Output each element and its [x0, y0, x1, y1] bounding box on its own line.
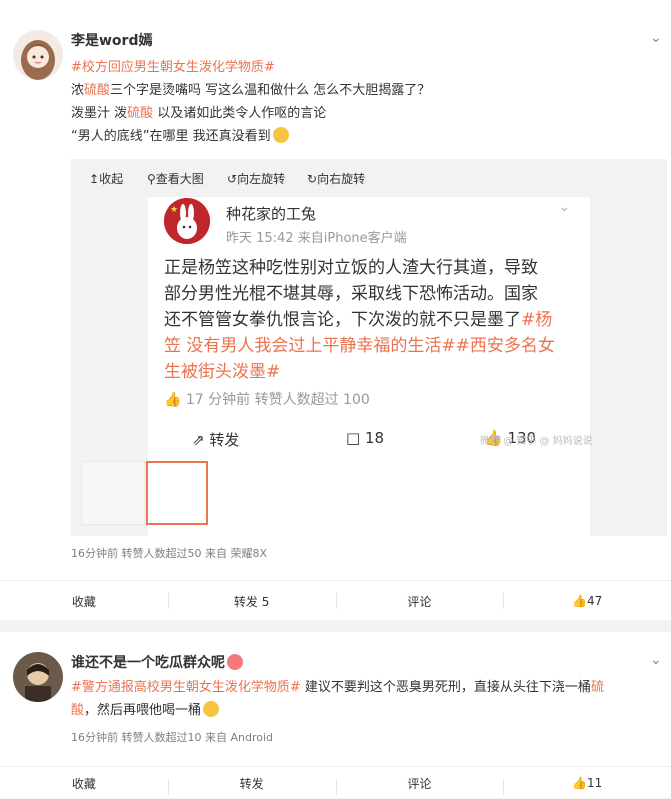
- post-actions: 收藏 转发 5 评论 👍 47: [0, 580, 671, 621]
- post-meta: 16分钟前 转赞人数超过10 来自 Android: [71, 731, 274, 744]
- watermark: 微博 @ 知乎 @ 妈妈说说: [480, 436, 593, 447]
- rotate-left-button[interactable]: ↺向左旋转: [227, 170, 285, 187]
- hashtag-link[interactable]: #警方通报高校男生朝女生泼化学物质#: [71, 680, 301, 695]
- rotate-right-button[interactable]: ↻向右旋转: [307, 170, 365, 187]
- comment-icon: □: [346, 429, 361, 447]
- embedded-source: 来自iPhone客户端: [297, 231, 407, 246]
- embedded-comments: □ 18: [346, 429, 384, 447]
- chevron-down-icon: ⌄: [559, 200, 570, 215]
- text-segment: 三个字是烫嘴吗 写这么温和做什么 怎么不大胆揭露了？: [110, 83, 431, 98]
- text-segment: 建议不要判这个恶臭男死刑，直接从头往下浇一桶: [300, 680, 591, 695]
- thumbnail-strip: [81, 461, 211, 529]
- favorite-button[interactable]: 收藏: [0, 581, 168, 621]
- embedded-repost: ⇗ 转发: [192, 429, 239, 450]
- media-expanded-view: ↥收起 ⚲查看大图 ↺向左旋转 ↻向右旋转 ★ 种花家的工兔 ⌄ 昨天 15:4…: [71, 159, 667, 612]
- weibo-post-1: 李是word嫣 ⌄ #校方回应男生朝女生泼化学物质# 浓硫酸三个字是烫嘴吗 写这…: [0, 0, 671, 620]
- embedded-comment-count: 18: [364, 429, 385, 447]
- hashtag-link: 生被街头泼墨#: [164, 362, 281, 382]
- embedded-time: 昨天 15:42: [226, 231, 294, 246]
- embedded-username: 种花家的工兔: [226, 205, 317, 223]
- embedded-text-line: 还不管管女拳仇恨言论，下次泼的就不只是墨了: [164, 310, 521, 330]
- rotate-left-icon: ↺: [227, 172, 238, 186]
- media-toolbar: ↥收起 ⚲查看大图 ↺向左旋转 ↻向右旋转: [71, 159, 667, 197]
- text-segment: ，然后再喂他喝一桶: [84, 703, 202, 718]
- search-icon: ⚲: [147, 172, 156, 186]
- collapse-label: 收起: [99, 172, 124, 186]
- favorite-label: 收藏: [71, 594, 96, 609]
- like-button[interactable]: 👍 11: [503, 767, 671, 799]
- text-segment: 浓: [71, 83, 85, 98]
- view-large-button[interactable]: ⚲查看大图: [147, 170, 204, 187]
- thumbnail-selected[interactable]: [146, 461, 208, 525]
- repost-label: 转发: [239, 776, 264, 791]
- like-button[interactable]: 👍 47: [503, 581, 671, 621]
- embedded-text-line: 部分男性光棍不堪其辱，采取线下恐怖活动。国家: [164, 284, 538, 304]
- keyword-link[interactable]: 硫酸: [84, 83, 110, 98]
- repost-button[interactable]: 转发: [167, 767, 336, 799]
- avatar: ★: [164, 198, 210, 244]
- keyword-link[interactable]: 硫酸: [127, 106, 153, 121]
- like-count: 47: [586, 594, 603, 608]
- share-icon: ⇗: [192, 431, 205, 449]
- rotate-right-icon: ↻: [307, 172, 318, 186]
- collapse-icon: ↥: [89, 172, 100, 186]
- heart-eyes-emoji-icon: [227, 654, 243, 670]
- thumbs-up-icon: 👍: [572, 776, 587, 790]
- favorite-label: 收藏: [71, 776, 96, 791]
- favorite-button[interactable]: 收藏: [0, 767, 168, 799]
- thumbnail[interactable]: [81, 461, 145, 525]
- embedded-meta-top: 昨天 15:42 来自iPhone客户端: [226, 227, 407, 246]
- view-large-label: 查看大图: [155, 172, 204, 186]
- post-meta: 16分钟前 转赞人数超过50 来自 荣耀8X: [71, 547, 268, 560]
- embedded-text-line: 正是杨笠这种吃性别对立饭的人渣大行其道，导致: [164, 258, 538, 278]
- embedded-meta-text: 17 分钟前 转赞人数超过 100: [185, 392, 370, 408]
- smile-emoji-icon: [272, 127, 289, 143]
- comment-label: 评论: [407, 594, 432, 609]
- avatar[interactable]: [13, 30, 63, 80]
- username-text: 谁还不是一个吃瓜群众呢: [71, 655, 225, 671]
- comment-button[interactable]: 评论: [335, 767, 504, 799]
- post-text: #警方通报高校男生朝女生泼化学物质# 建议不要判这个恶臭男死刑，直接从头往下浇一…: [71, 676, 604, 722]
- hashtag-link: #杨: [521, 310, 553, 330]
- text-segment: 以及诸如此类令人作呕的言论: [153, 106, 327, 121]
- comment-label: 评论: [407, 776, 432, 791]
- repost-label: 转发 5: [233, 594, 270, 609]
- chevron-down-icon[interactable]: ⌄: [650, 652, 662, 668]
- hashtag-link[interactable]: #校方回应男生朝女生泼化学物质#: [71, 60, 275, 75]
- rotate-right-label: 向右旋转: [317, 172, 366, 186]
- scared-emoji-icon: [203, 701, 220, 717]
- avatar[interactable]: [13, 652, 63, 702]
- embedded-meta: 👍 17 分钟前 转赞人数超过 100: [164, 389, 370, 409]
- text-segment: “男人的底线”在哪里 我还真没看到: [71, 129, 271, 144]
- keyword-link[interactable]: 硫: [591, 680, 604, 695]
- chevron-down-icon[interactable]: ⌄: [650, 30, 662, 46]
- embedded-repost-label: 转发: [209, 431, 240, 449]
- embedded-text: 正是杨笠这种吃性别对立饭的人渣大行其道，导致 部分男性光棍不堪其辱，采取线下恐怖…: [164, 255, 555, 385]
- thumbs-up-icon: 👍: [572, 594, 587, 608]
- keyword-link[interactable]: 酸: [71, 703, 84, 718]
- username[interactable]: 李是word嫣: [71, 30, 152, 50]
- username[interactable]: 谁还不是一个吃瓜群众呢: [71, 652, 243, 672]
- thumbs-up-icon: 👍: [164, 392, 182, 408]
- post-text: #校方回应男生朝女生泼化学物质# 浓硫酸三个字是烫嘴吗 写这么温和做什么 怎么不…: [71, 56, 430, 148]
- comment-button[interactable]: 评论: [335, 581, 504, 621]
- post-actions: 收藏 转发 评论 👍 11: [0, 766, 671, 799]
- repost-button[interactable]: 转发 5: [167, 581, 336, 621]
- collapse-button[interactable]: ↥收起: [89, 170, 123, 187]
- text-segment: 泼墨汁 泼: [71, 106, 128, 121]
- embedded-actions: ⇗ 转发 □ 18 👍 130 微博 @ 知乎 @ 妈妈说说: [148, 419, 593, 457]
- rotate-left-label: 向左旋转: [237, 172, 286, 186]
- weibo-post-2: 谁还不是一个吃瓜群众呢 ⌄ #警方通报高校男生朝女生泼化学物质# 建议不要判这个…: [0, 632, 671, 798]
- like-count: 11: [586, 776, 603, 790]
- hashtag-link: 笠 没有男人我会过上平静幸福的生活#: [164, 336, 456, 356]
- hashtag-link: #西安多名女: [455, 336, 555, 356]
- svg-text:★: ★: [170, 205, 178, 215]
